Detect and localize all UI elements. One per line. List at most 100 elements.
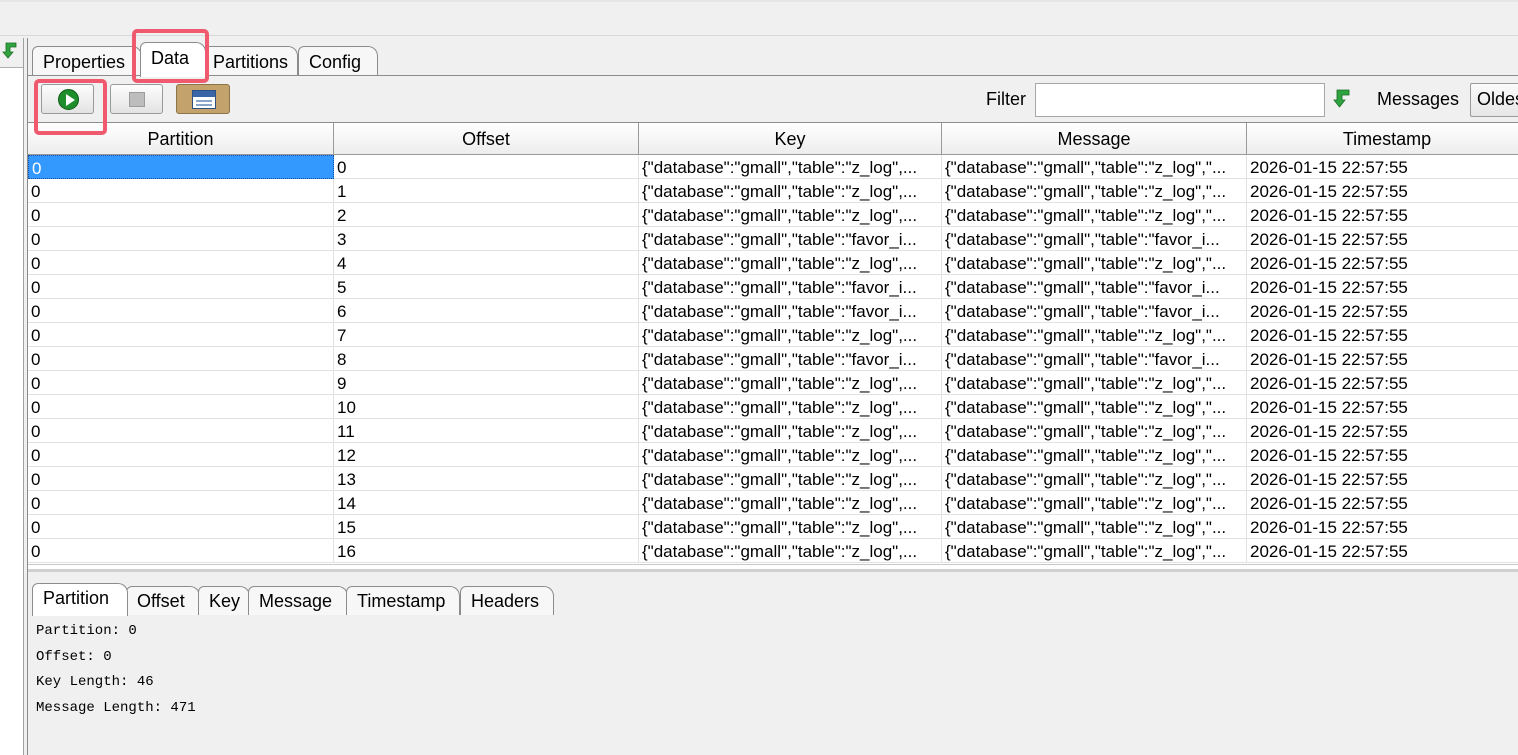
detail-tab-headers[interactable]: Headers: [460, 586, 554, 615]
cell-timestamp[interactable]: 2026-01-15 22:57:55: [1247, 491, 1518, 515]
cell-partition[interactable]: 0: [28, 371, 334, 395]
table-row[interactable]: 0 9 {"database":"gmall","table":"z_log",..…: [28, 371, 1518, 395]
cell-timestamp[interactable]: 2026-01-15 22:57:55: [1247, 155, 1518, 179]
table-row[interactable]: 0 1 {"database":"gmall","table":"z_log",..…: [28, 179, 1518, 203]
left-tree-pane[interactable]: [0, 38, 24, 755]
stop-consume-button[interactable]: [110, 84, 163, 114]
cell-key[interactable]: {"database":"gmall","table":"z_log",...: [639, 419, 942, 443]
table-row[interactable]: 0 15 {"database":"gmall","table":"z_log",.…: [28, 515, 1518, 539]
table-row[interactable]: 0 11 {"database":"gmall","table":"z_log",.…: [28, 419, 1518, 443]
table-row[interactable]: 0 12 {"database":"gmall","table":"z_log",.…: [28, 443, 1518, 467]
cell-key[interactable]: {"database":"gmall","table":"z_log",...: [639, 251, 942, 275]
cell-message[interactable]: {"database":"gmall","table":"z_log","...: [942, 251, 1247, 275]
cell-timestamp[interactable]: 2026-01-15 22:57:55: [1247, 419, 1518, 443]
detail-tab-offset[interactable]: Offset: [126, 586, 200, 615]
cell-key[interactable]: {"database":"gmall","table":"favor_i...: [639, 347, 942, 371]
cell-timestamp[interactable]: 2026-01-15 22:57:55: [1247, 251, 1518, 275]
cell-offset[interactable]: 5: [334, 275, 639, 299]
cell-timestamp[interactable]: 2026-01-15 22:57:55: [1247, 323, 1518, 347]
cell-timestamp[interactable]: 2026-01-15 22:57:55: [1247, 395, 1518, 419]
cell-partition[interactable]: 0: [28, 299, 334, 323]
cell-timestamp[interactable]: 2026-01-15 22:57:55: [1247, 179, 1518, 203]
detail-tab-timestamp[interactable]: Timestamp: [346, 586, 460, 615]
cell-timestamp[interactable]: 2026-01-15 22:57:55: [1247, 203, 1518, 227]
cell-offset[interactable]: 6: [334, 299, 639, 323]
table-row[interactable]: 0 5 {"database":"gmall","table":"favor_i..…: [28, 275, 1518, 299]
cell-key[interactable]: {"database":"gmall","table":"z_log",...: [639, 155, 942, 179]
cell-message[interactable]: {"database":"gmall","table":"z_log","...: [942, 539, 1247, 563]
cell-timestamp[interactable]: 2026-01-15 22:57:55: [1247, 227, 1518, 251]
table-row[interactable]: 0 13 {"database":"gmall","table":"z_log",.…: [28, 467, 1518, 491]
cell-partition[interactable]: 0: [28, 467, 334, 491]
detail-tab-message[interactable]: Message: [248, 586, 348, 615]
cell-partition[interactable]: 0: [28, 419, 334, 443]
cell-timestamp[interactable]: 2026-01-15 22:57:55: [1247, 275, 1518, 299]
tab-partitions[interactable]: Partitions: [202, 46, 298, 76]
cell-key[interactable]: {"database":"gmall","table":"favor_i...: [639, 275, 942, 299]
cell-key[interactable]: {"database":"gmall","table":"favor_i...: [639, 299, 942, 323]
cell-partition[interactable]: 0: [28, 395, 334, 419]
cell-key[interactable]: {"database":"gmall","table":"z_log",...: [639, 467, 942, 491]
cell-key[interactable]: {"database":"gmall","table":"z_log",...: [639, 179, 942, 203]
cell-partition[interactable]: 0: [28, 275, 334, 299]
cell-timestamp[interactable]: 2026-01-15 22:57:55: [1247, 299, 1518, 323]
cell-key[interactable]: {"database":"gmall","table":"z_log",...: [639, 515, 942, 539]
cell-message[interactable]: {"database":"gmall","table":"z_log","...: [942, 467, 1247, 491]
cell-partition[interactable]: 0: [28, 443, 334, 467]
cell-message[interactable]: {"database":"gmall","table":"z_log","...: [942, 371, 1247, 395]
cell-key[interactable]: {"database":"gmall","table":"z_log",...: [639, 203, 942, 227]
start-consume-button[interactable]: [41, 84, 94, 114]
cell-partition[interactable]: 0: [28, 251, 334, 275]
cell-offset[interactable]: 11: [334, 419, 639, 443]
tab-data[interactable]: Data: [140, 42, 206, 77]
table-row[interactable]: 0 0 {"database":"gmall","table":"z_log",..…: [28, 155, 1518, 179]
cell-offset[interactable]: 1: [334, 179, 639, 203]
cell-partition[interactable]: 0: [28, 227, 334, 251]
cell-offset[interactable]: 15: [334, 515, 639, 539]
detail-content[interactable]: Partition: 0 Offset: 0 Key Length: 46 Me…: [28, 615, 1518, 755]
cell-partition[interactable]: 0: [28, 203, 334, 227]
cell-message[interactable]: {"database":"gmall","table":"favor_i...: [942, 275, 1247, 299]
cell-message[interactable]: {"database":"gmall","table":"z_log","...: [942, 491, 1247, 515]
table-row[interactable]: 0 4 {"database":"gmall","table":"z_log",..…: [28, 251, 1518, 275]
cell-offset[interactable]: 12: [334, 443, 639, 467]
cell-timestamp[interactable]: 2026-01-15 22:57:55: [1247, 515, 1518, 539]
cell-message[interactable]: {"database":"gmall","table":"favor_i...: [942, 299, 1247, 323]
cell-timestamp[interactable]: 2026-01-15 22:57:55: [1247, 539, 1518, 563]
cell-offset[interactable]: 8: [334, 347, 639, 371]
table-row[interactable]: 0 14 {"database":"gmall","table":"z_log",.…: [28, 491, 1518, 515]
cell-message[interactable]: {"database":"gmall","table":"z_log","...: [942, 515, 1247, 539]
cell-message[interactable]: {"database":"gmall","table":"z_log","...: [942, 323, 1247, 347]
cell-offset[interactable]: 2: [334, 203, 639, 227]
detail-tab-key[interactable]: Key: [198, 586, 250, 615]
cell-message[interactable]: {"database":"gmall","table":"favor_i...: [942, 347, 1247, 371]
cell-message[interactable]: {"database":"gmall","table":"favor_i...: [942, 227, 1247, 251]
cell-offset[interactable]: 9: [334, 371, 639, 395]
cell-key[interactable]: {"database":"gmall","table":"z_log",...: [639, 539, 942, 563]
cell-message[interactable]: {"database":"gmall","table":"z_log","...: [942, 203, 1247, 227]
messages-order-select[interactable]: Oldest: [1470, 83, 1518, 117]
column-header-key[interactable]: Key: [639, 123, 942, 155]
cell-partition[interactable]: 0: [28, 155, 334, 179]
cell-offset[interactable]: 10: [334, 395, 639, 419]
cell-partition[interactable]: 0: [28, 323, 334, 347]
cell-message[interactable]: {"database":"gmall","table":"z_log","...: [942, 179, 1247, 203]
cell-offset[interactable]: 3: [334, 227, 639, 251]
cell-offset[interactable]: 13: [334, 467, 639, 491]
column-header-message[interactable]: Message: [942, 123, 1247, 155]
cell-offset[interactable]: 14: [334, 491, 639, 515]
detail-tab-partition[interactable]: Partition: [32, 583, 128, 616]
green-down-arrow-icon[interactable]: [1333, 89, 1351, 109]
cell-message[interactable]: {"database":"gmall","table":"z_log","...: [942, 155, 1247, 179]
view-mode-button[interactable]: [176, 84, 230, 114]
filter-input[interactable]: [1035, 83, 1325, 117]
cell-timestamp[interactable]: 2026-01-15 22:57:55: [1247, 347, 1518, 371]
table-row[interactable]: 0 3 {"database":"gmall","table":"favor_i..…: [28, 227, 1518, 251]
cell-timestamp[interactable]: 2026-01-15 22:57:55: [1247, 443, 1518, 467]
table-row[interactable]: 0 7 {"database":"gmall","table":"z_log",..…: [28, 323, 1518, 347]
cell-partition[interactable]: 0: [28, 179, 334, 203]
cell-timestamp[interactable]: 2026-01-15 22:57:55: [1247, 467, 1518, 491]
cell-message[interactable]: {"database":"gmall","table":"z_log","...: [942, 419, 1247, 443]
tab-config[interactable]: Config: [298, 46, 378, 76]
cell-partition[interactable]: 0: [28, 347, 334, 371]
